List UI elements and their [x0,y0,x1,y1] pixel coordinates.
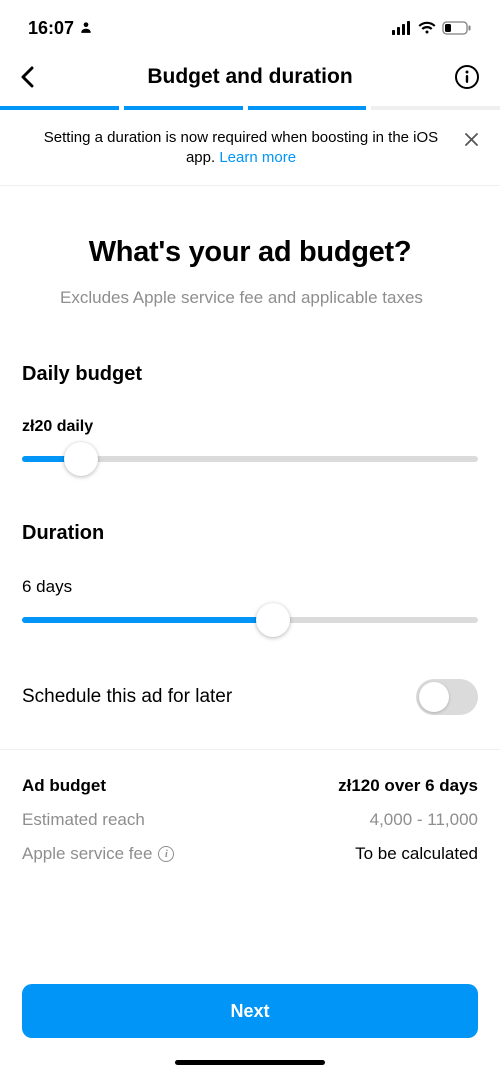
progress-segment [371,106,500,110]
summary-row-service-fee: Apple service fee i To be calculated [22,844,478,864]
status-time-area: 16:07 [28,18,93,39]
banner-learn-more-link[interactable]: Learn more [219,149,296,166]
summary-reach-label: Estimated reach [22,810,145,830]
progress-segment [0,106,119,110]
duration-slider[interactable] [22,617,478,623]
summary-budget-value: zł120 over 6 days [338,776,478,796]
slider-fill [22,617,273,623]
page-title: Budget and duration [50,65,450,89]
summary-block: Ad budget zł120 over 6 days Estimated re… [22,776,478,864]
back-button[interactable] [20,62,50,92]
header: Budget and duration [0,50,500,106]
summary-fee-label: Apple service fee [22,844,152,864]
status-bar: 16:07 [0,0,500,50]
summary-row-budget: Ad budget zł120 over 6 days [22,776,478,796]
heading-block: What's your ad budget? Excludes Apple se… [22,186,478,328]
banner-text: Setting a duration is now required when … [20,128,462,169]
summary-reach-value: 4,000 - 11,000 [370,810,478,830]
home-indicator[interactable] [175,1060,325,1065]
progress-segment [124,106,243,110]
schedule-toggle[interactable] [416,679,478,715]
next-button[interactable]: Next [22,984,478,1038]
duration-value: 6 days [22,577,478,597]
main-heading: What's your ad budget? [60,236,440,269]
signal-icon [392,21,412,35]
wifi-icon [418,21,436,35]
toggle-thumb [419,682,449,712]
status-right [392,21,472,35]
progress-segment [248,106,367,110]
divider [0,749,500,750]
info-banner: Setting a duration is now required when … [0,110,500,186]
info-icon[interactable]: i [158,846,174,862]
summary-budget-label: Ad budget [22,776,106,796]
info-button[interactable] [450,62,480,92]
daily-budget-value: zł20 daily [22,418,478,436]
sub-heading: Excludes Apple service fee and applicabl… [60,287,440,310]
status-time: 16:07 [28,18,74,39]
slider-thumb[interactable] [256,603,290,637]
slider-thumb[interactable] [64,442,98,476]
progress-bar [0,106,500,110]
summary-row-reach: Estimated reach 4,000 - 11,000 [22,810,478,830]
schedule-label: Schedule this ad for later [22,686,232,708]
schedule-row: Schedule this ad for later [22,679,478,735]
footer: Next [0,984,500,1083]
duration-label: Duration [22,522,478,545]
banner-close-button[interactable] [462,130,480,148]
duration-section: Duration 6 days [22,522,478,623]
profile-icon [79,18,93,39]
battery-icon [442,21,472,35]
daily-budget-section: Daily budget zł20 daily [22,363,478,462]
summary-fee-value: To be calculated [355,844,478,864]
daily-budget-slider[interactable] [22,456,478,462]
daily-budget-label: Daily budget [22,363,478,386]
